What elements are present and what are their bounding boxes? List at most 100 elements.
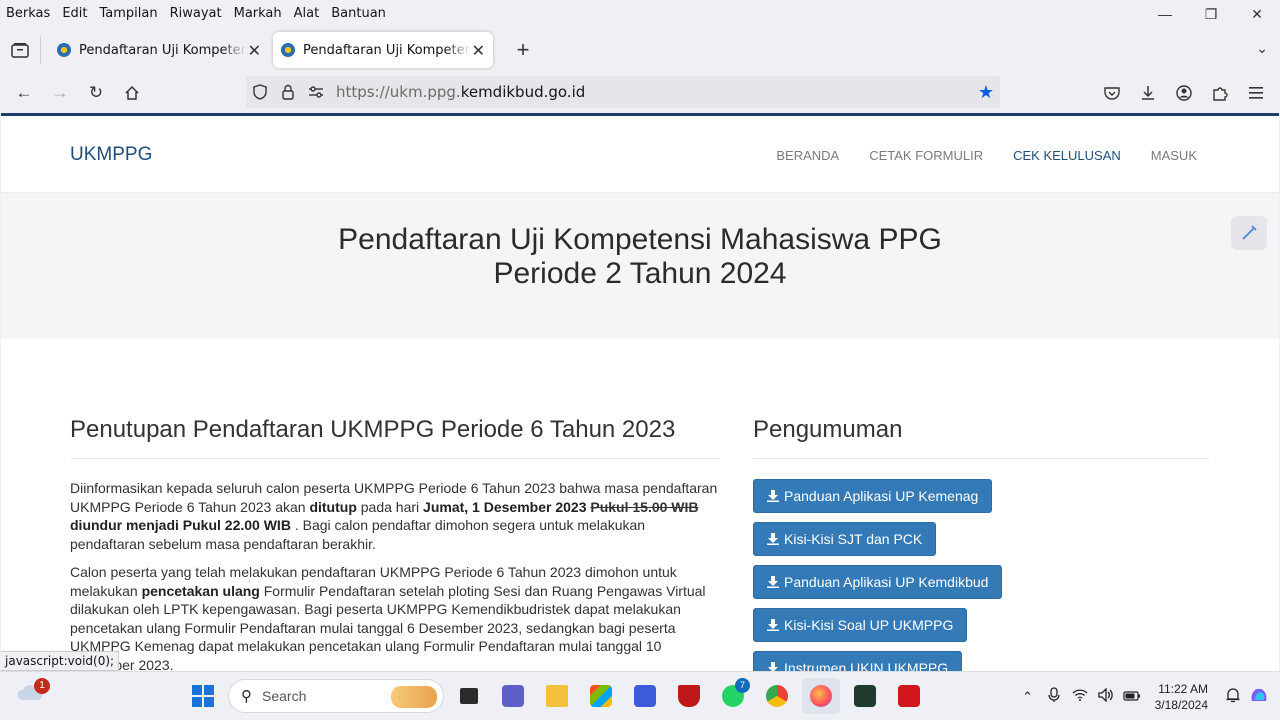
whatsapp-app[interactable]: 7 xyxy=(714,678,752,714)
tray-overflow-chevron-icon[interactable]: ⌃ xyxy=(1015,689,1041,705)
mcafee-shield-icon xyxy=(678,685,700,707)
tab-title: Pendaftaran Uji Kompetensi Mahasiswa PPG xyxy=(79,42,247,58)
battery-icon[interactable] xyxy=(1119,689,1145,704)
forward-button[interactable]: → xyxy=(42,77,78,109)
menu-alat[interactable]: Alat xyxy=(294,6,320,21)
web-page: UKMPPG BERANDA CETAK FORMULIR CEK KELULU… xyxy=(1,113,1279,671)
back-button[interactable]: ← xyxy=(6,77,42,109)
site-header: UKMPPG BERANDA CETAK FORMULIR CEK KELULU… xyxy=(1,116,1279,193)
restore-button[interactable]: ❐ xyxy=(1188,0,1234,28)
close-tab-icon[interactable]: ✕ xyxy=(248,41,261,60)
terminal-icon xyxy=(854,685,876,707)
menu-riwayat[interactable]: Riwayat xyxy=(170,6,222,21)
acrobat-app[interactable] xyxy=(890,678,928,714)
hamburger-icon xyxy=(1249,87,1263,99)
tab-1[interactable]: Pendaftaran Uji Kompetensi Mahasiswa PPG… xyxy=(49,32,269,68)
menu-bar: Berkas Edit Tampilan Riwayat Markah Alat… xyxy=(0,0,1280,26)
notification-bell-icon[interactable] xyxy=(1220,687,1246,706)
tab-2-active[interactable]: Pendaftaran Uji Kompetensi Mahasiswa PPG… xyxy=(273,32,493,68)
page-title-line2: Periode 2 Tahun 2024 xyxy=(493,257,787,290)
url-prefix: https://ukm.ppg. xyxy=(336,83,461,101)
taskbar-apps: ⚲ Search 7 xyxy=(184,678,928,714)
windows-logo-icon xyxy=(192,685,214,707)
text-strikethrough: Pukul 15.00 WIB xyxy=(590,498,699,515)
download-button-kisi-soal-up[interactable]: Kisi-Kisi Soal UP UKMPPG xyxy=(753,608,968,642)
store-icon xyxy=(590,685,612,707)
download-icon xyxy=(767,490,779,502)
extensions-button[interactable] xyxy=(1204,78,1236,108)
widgets-button[interactable]: 1 xyxy=(16,678,50,708)
firefox-icon xyxy=(810,685,832,707)
button-label: Kisi-Kisi SJT dan PCK xyxy=(784,531,923,547)
menu-edit[interactable]: Edit xyxy=(62,6,87,21)
site-favicon-icon xyxy=(281,43,295,57)
site-brand-link[interactable]: UKMPPG xyxy=(70,144,152,166)
windows-taskbar: 1 ⚲ Search 7 ⌃ 11:22 AM 3/18/2024 xyxy=(0,671,1280,720)
wifi-icon[interactable] xyxy=(1067,689,1093,704)
firefox-view-button[interactable] xyxy=(0,28,40,72)
menu-markah[interactable]: Markah xyxy=(234,6,282,21)
nav-cetak-formulir[interactable]: CETAK FORMULIR xyxy=(869,148,983,163)
button-label: Kisi-Kisi Soal UP UKMPPG xyxy=(784,617,954,633)
pocket-icon xyxy=(1104,87,1120,100)
close-window-button[interactable]: ✕ xyxy=(1234,0,1280,28)
text-bold: pencetakan ulang xyxy=(141,582,260,599)
pen-app-icon xyxy=(634,685,656,707)
taskbar-search-box[interactable]: ⚲ Search xyxy=(228,679,444,713)
menu-berkas[interactable]: Berkas xyxy=(6,6,50,21)
teams-app[interactable] xyxy=(494,678,532,714)
account-icon xyxy=(1176,85,1192,101)
menu-tampilan[interactable]: Tampilan xyxy=(100,6,158,21)
copilot-icon[interactable] xyxy=(1246,686,1272,707)
new-tab-button[interactable]: + xyxy=(507,34,539,66)
download-button-panduan-kemenag[interactable]: Panduan Aplikasi UP Kemenag xyxy=(753,479,993,513)
code-editor-app[interactable] xyxy=(846,678,884,714)
editing-app[interactable] xyxy=(626,678,664,714)
download-button-instrumen-ukin[interactable]: Instrumen UKIN UKMPPG xyxy=(753,651,963,671)
close-tab-icon[interactable]: ✕ xyxy=(472,41,485,60)
download-button-kisi-sjt-pck[interactable]: Kisi-Kisi SJT dan PCK xyxy=(753,522,937,556)
lock-icon[interactable] xyxy=(274,84,302,100)
home-button[interactable] xyxy=(114,77,150,109)
system-tray: ⌃ 11:22 AM 3/18/2024 xyxy=(1015,672,1280,720)
page-title-line1: Pendaftaran Uji Kompetensi Mahasiswa PPG xyxy=(338,223,942,256)
nav-beranda[interactable]: BERANDA xyxy=(776,148,839,163)
clock-date: 3/18/2024 xyxy=(1154,697,1208,712)
account-button[interactable] xyxy=(1168,78,1200,108)
downloads-button[interactable] xyxy=(1132,78,1164,108)
list-all-tabs-chevron-icon[interactable]: ⌄ xyxy=(1256,40,1268,57)
announcement-title: Pengumuman xyxy=(753,416,1210,459)
microsoft-store-app[interactable] xyxy=(582,678,620,714)
pocket-button[interactable] xyxy=(1096,78,1128,108)
reload-button[interactable]: ↻ xyxy=(78,77,114,109)
app-menu-button[interactable] xyxy=(1240,78,1272,108)
tracking-protection-shield-icon[interactable] xyxy=(246,84,274,100)
whatsapp-badge: 7 xyxy=(735,678,750,693)
minimize-button[interactable]: — xyxy=(1142,0,1188,28)
menu-bantuan[interactable]: Bantuan xyxy=(331,6,386,21)
article-paragraph-1: Diinformasikan kepada seluruh calon pese… xyxy=(70,479,720,553)
download-button-panduan-kemdikbud[interactable]: Panduan Aplikasi UP Kemdikbud xyxy=(753,565,1003,599)
article-title: Penutupan Pendaftaran UKMPPG Periode 6 T… xyxy=(70,416,720,459)
start-button[interactable] xyxy=(184,678,222,714)
url-text: https://ukm.ppg.kemdikbud.go.id xyxy=(336,83,585,101)
firefox-app-active[interactable] xyxy=(802,678,840,714)
text-bold-new-time: diundur menjadi Pukul 22.00 WIB xyxy=(70,517,291,533)
microphone-icon[interactable] xyxy=(1041,687,1067,706)
task-view-button[interactable] xyxy=(450,678,488,714)
nav-cek-kelulusan[interactable]: CEK KELULUSAN xyxy=(1013,148,1121,163)
mcafee-app[interactable] xyxy=(670,678,708,714)
chrome-app[interactable] xyxy=(758,678,796,714)
address-bar[interactable]: https://ukm.ppg.kemdikbud.go.id ★ xyxy=(246,76,1000,108)
file-explorer-app[interactable] xyxy=(538,678,576,714)
taskbar-clock[interactable]: 11:22 AM 3/18/2024 xyxy=(1155,681,1208,713)
nav-masuk[interactable]: MASUK xyxy=(1151,148,1197,163)
bookmark-star-icon[interactable]: ★ xyxy=(978,82,994,103)
sidebar-extension-button[interactable] xyxy=(1231,216,1267,250)
page-title: Pendaftaran Uji Kompetensi Mahasiswa PPG… xyxy=(1,223,1279,291)
url-domain: kemdikbud.go.id xyxy=(460,83,586,101)
permissions-icon[interactable] xyxy=(302,86,330,98)
link-status-bar: javascript:void(0); xyxy=(1,651,120,671)
hero-banner: Pendaftaran Uji Kompetensi Mahasiswa PPG… xyxy=(1,193,1279,339)
volume-icon[interactable] xyxy=(1093,687,1119,705)
